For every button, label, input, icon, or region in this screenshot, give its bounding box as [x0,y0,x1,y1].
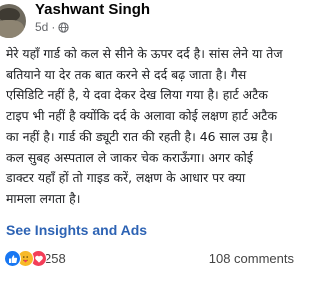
reaction-count[interactable]: 258 [44,251,66,266]
author-name[interactable]: Yashwant Singh [35,1,150,18]
meta-separator: · [51,20,56,34]
globe-icon [58,21,69,33]
post-stats-bar: 258 108 comments [0,248,300,270]
post-body-line: डाक्टर यहाँ हों तो गाइड करें, लक्षण के आ… [6,170,246,186]
post-body-line: एसिडिटि नहीं है, ये दवा देकर देख लिया गय… [6,87,268,103]
post-body: मेरे यहाँ गार्ड को कल से सीने के ऊपर दर्… [6,44,296,210]
see-insights-link[interactable]: See Insights and Ads [6,222,147,238]
like-icon [4,250,21,267]
post-body-line: बतियाने या देर तक बात करने से दर्द बढ़ ज… [6,66,247,82]
post-body-line: का नहीं है। गार्ड की ड्यूटी रात की रहती … [6,128,273,144]
comments-count[interactable]: 108 comments [209,251,294,266]
post-header: Yashwant Singh 5d · [0,0,300,44]
post-body-line: मेरे यहाँ गार्ड को कल से सीने के ऊपर दर्… [6,46,283,61]
post-meta: 5d · [35,20,69,34]
post-body-line: टाइप भी नहीं है क्योंकि दर्द के अलावा को… [6,108,277,124]
post-body-line: कल सुबह अस्पताल ले जाकर चेक कराऊँगा। अगर… [6,149,253,165]
reaction-icons[interactable] [4,250,47,267]
post-time[interactable]: 5d [35,20,48,34]
author-avatar[interactable] [0,4,26,38]
post-body-line: मामला लगता है। [6,190,81,206]
